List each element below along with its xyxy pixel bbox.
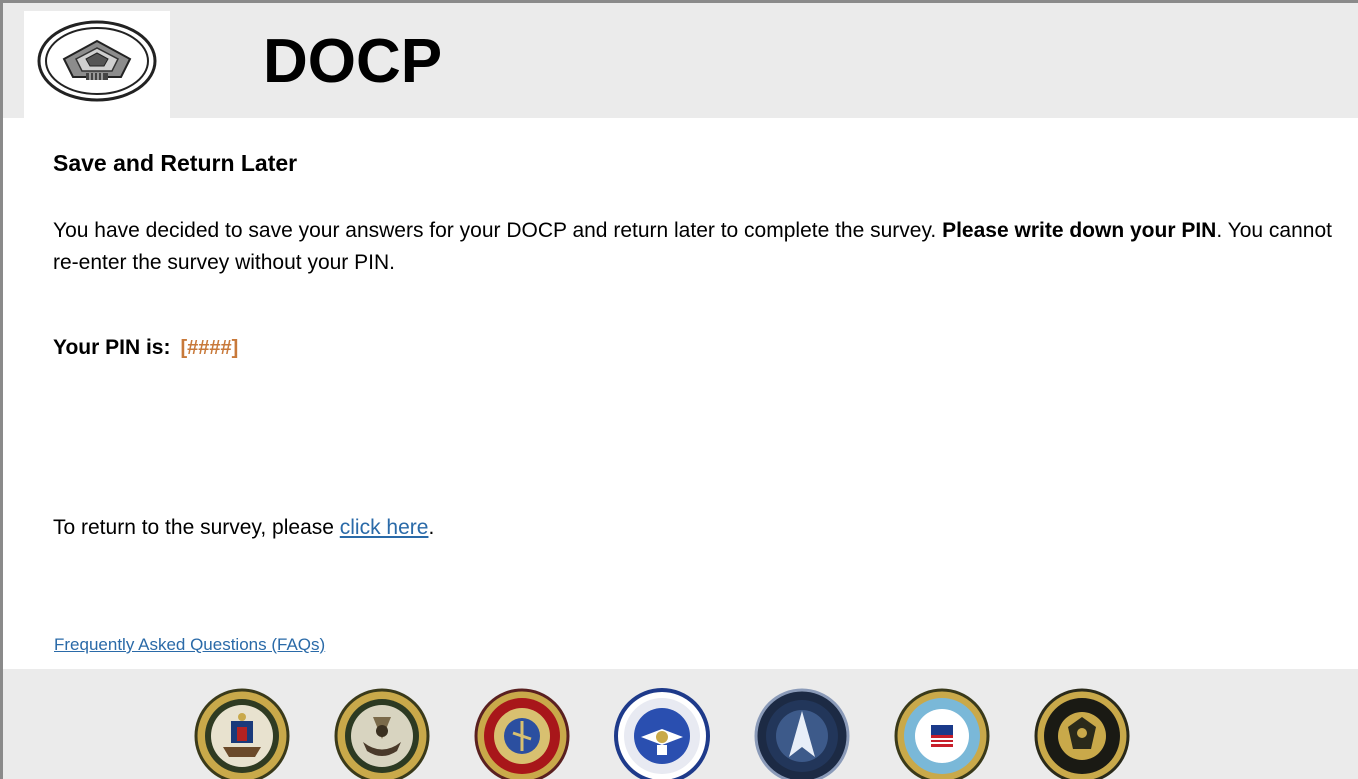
air-force-seal-icon — [614, 688, 710, 779]
pin-display: Your PIN is: [####] — [53, 336, 238, 360]
app-title: DOCP — [263, 27, 443, 96]
save-message: You have decided to save your answers fo… — [53, 215, 1338, 279]
navy-seal-icon — [334, 688, 430, 779]
page-frame: DOCP Save and Return Later You have deci… — [0, 0, 1358, 779]
space-force-seal-icon — [754, 688, 850, 779]
faq-link[interactable]: Frequently Asked Questions (FAQs) — [54, 635, 325, 655]
pin-label: Your PIN is: — [53, 336, 171, 359]
return-to-survey-link[interactable]: click here — [340, 516, 429, 539]
pin-value: [####] — [180, 337, 239, 359]
national-guard-seal-icon — [1034, 688, 1130, 779]
page-heading: Save and Return Later — [53, 150, 298, 176]
message-emphasis: Please write down your PIN — [942, 219, 1217, 242]
message-text-1: You have decided to save your answers fo… — [53, 219, 943, 242]
return-suffix: . — [428, 516, 435, 539]
coast-guard-seal-icon — [894, 688, 990, 779]
marine-corps-seal-icon — [474, 688, 570, 779]
pentagon-logo-icon — [24, 11, 170, 118]
return-prefix: To return to the survey, please — [53, 516, 340, 539]
army-seal-icon — [194, 688, 290, 779]
header-bar: DOCP — [3, 3, 1358, 118]
return-instructions: To return to the survey, please click he… — [53, 516, 434, 540]
footer-bar — [3, 669, 1358, 779]
